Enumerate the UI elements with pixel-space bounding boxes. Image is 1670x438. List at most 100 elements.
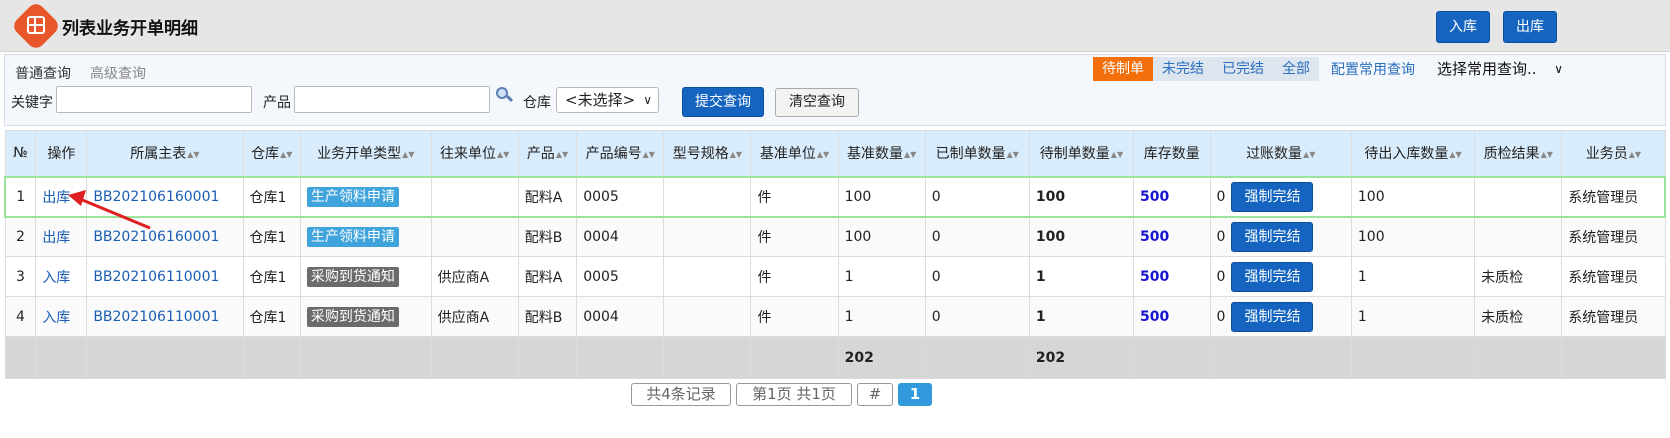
col-header-code[interactable]: 产品编号▲▼ [576, 130, 665, 177]
tab-normal-query[interactable]: 普通查询 [15, 63, 71, 83]
title-bar: 列表业务开单明细 入库 出库 [0, 0, 1670, 52]
cell-clerk: 系统管理员 [1561, 175, 1667, 218]
cell-unit: 件 [750, 296, 839, 337]
cell-base-qty: 100 [837, 175, 926, 218]
sort-icon: ▲▼ [729, 150, 743, 160]
totals-row: 202 202 [4, 336, 1666, 379]
cell-warehouse: 仓库1 [242, 175, 301, 218]
cell-made-qty: 0 [924, 296, 1030, 337]
col-header-partner[interactable]: 往来单位▲▼ [430, 130, 519, 177]
sort-icon: ▲▼ [280, 150, 293, 160]
col-header-base-qty[interactable]: 基准数量▲▼ [837, 130, 926, 177]
table-row[interactable]: 3 入库 BB202106110001 仓库1 采购到货通知 供应商A 配料A … [4, 256, 1666, 297]
master-order-link[interactable]: BB202106160001 [86, 216, 244, 257]
status-tab-unfinished[interactable]: 未完结 [1153, 57, 1213, 81]
sort-icon: ▲▼ [1449, 150, 1462, 160]
row-action-link[interactable]: 入库 [35, 256, 88, 297]
col-header-warehouse[interactable]: 仓库▲▼ [242, 130, 301, 177]
cell-product: 配料A [517, 175, 578, 218]
stock-out-button[interactable]: 出库 [1503, 11, 1557, 43]
cell-stock: 500 [1133, 216, 1211, 257]
submit-query-button[interactable]: 提交查询 [682, 87, 764, 117]
master-order-link[interactable]: BB202106110001 [86, 296, 244, 337]
force-complete-button[interactable]: 强制完结 [1231, 301, 1314, 332]
col-header-io-qty[interactable]: 待出入库数量▲▼ [1350, 130, 1476, 177]
cell-qc: 未质检 [1474, 256, 1563, 297]
cell-io-qty: 100 [1350, 216, 1476, 257]
col-header-unit[interactable]: 基准单位▲▼ [750, 130, 839, 177]
col-header-product[interactable]: 产品▲▼ [517, 130, 578, 177]
warehouse-select[interactable]: <未选择> ∨ [556, 87, 659, 113]
sort-icon: ▲▼ [642, 150, 655, 160]
cell-pending-qty: 100 [1028, 216, 1135, 257]
page-title: 列表业务开单明细 [62, 19, 198, 39]
product-input[interactable] [294, 86, 490, 113]
cell-base-qty: 100 [837, 216, 926, 257]
col-header-type[interactable]: 业务开单类型▲▼ [299, 130, 432, 177]
cell-spec [663, 175, 752, 218]
col-header-stock: 库存数量 [1133, 130, 1211, 177]
pager-page-info: 第1页 共1页 [736, 383, 852, 406]
cell-warehouse: 仓库1 [242, 256, 301, 297]
cell-io-qty: 1 [1350, 296, 1476, 337]
stock-in-button[interactable]: 入库 [1436, 11, 1490, 43]
clear-query-button[interactable]: 清空查询 [775, 88, 859, 117]
master-order-link[interactable]: BB202106110001 [86, 256, 244, 297]
force-complete-button[interactable]: 强制完结 [1231, 181, 1314, 212]
sort-icon: ▲▼ [187, 150, 200, 160]
table-row[interactable]: 4 入库 BB202106110001 仓库1 采购到货通知 供应商A 配料B … [4, 296, 1666, 337]
cell-type: 生产领料申请 [299, 216, 432, 257]
total-pending-qty: 202 [1028, 336, 1135, 379]
master-order-link[interactable]: BB202106160001 [86, 175, 244, 218]
type-badge: 生产领料申请 [306, 186, 399, 207]
status-tab-pending[interactable]: 待制单 [1093, 57, 1153, 81]
sort-icon: ▲▼ [402, 150, 415, 160]
cell-product: 配料B [517, 216, 578, 257]
col-header-master[interactable]: 所属主表▲▼ [86, 130, 244, 177]
product-label: 产品 [263, 95, 291, 111]
row-action-link[interactable]: 出库 [35, 175, 88, 218]
col-header-qc[interactable]: 质检结果▲▼ [1474, 130, 1563, 177]
cell-pending-qty: 1 [1028, 296, 1135, 337]
cell-base-qty: 1 [837, 296, 926, 337]
cell-no: 2 [4, 216, 37, 257]
force-complete-button[interactable]: 强制完结 [1231, 221, 1314, 252]
search-icon[interactable] [496, 87, 514, 103]
cell-no: 3 [4, 256, 37, 297]
sort-icon: ▲▼ [904, 150, 917, 160]
cell-stock: 500 [1133, 175, 1211, 218]
col-header-posted[interactable]: 过账数量▲▼ [1209, 130, 1352, 177]
table-row[interactable]: 2 出库 BB202106160001 仓库1 生产领料申请 配料B 0004 … [4, 216, 1666, 257]
warehouse-select-value: <未选择> [565, 91, 636, 109]
table-row[interactable]: 1 出库 BB202106160001 仓库1 生产领料申请 配料A 0005 … [4, 175, 1667, 218]
col-header-op: 操作 [35, 130, 88, 177]
tab-advanced-query[interactable]: 高级查询 [90, 63, 146, 83]
warehouse-label: 仓库 [523, 95, 551, 111]
common-query-select-value: 选择常用查询.. [1437, 60, 1537, 78]
config-common-query-link[interactable]: 配置常用查询 [1331, 59, 1415, 79]
keyword-input[interactable] [56, 86, 252, 113]
cell-type: 采购到货通知 [299, 256, 432, 297]
col-header-pending-qty[interactable]: 待制单数量▲▼ [1028, 130, 1135, 177]
force-complete-button[interactable]: 强制完结 [1231, 261, 1314, 292]
pager-current-page[interactable]: 1 [898, 383, 932, 406]
sort-icon: ▲▼ [1006, 150, 1019, 160]
pager-jump-button[interactable]: # [857, 383, 893, 406]
cell-partner [430, 175, 519, 218]
cell-io-qty: 1 [1350, 256, 1476, 297]
cell-code: 0005 [576, 175, 665, 218]
col-header-clerk[interactable]: 业务员▲▼ [1561, 130, 1666, 177]
col-header-made-qty[interactable]: 已制单数量▲▼ [924, 130, 1030, 177]
sort-icon: ▲▼ [816, 150, 830, 160]
row-action-link[interactable]: 出库 [35, 216, 88, 257]
row-action-link[interactable]: 入库 [35, 296, 88, 337]
status-tab-finished[interactable]: 已完结 [1213, 57, 1273, 81]
posted-value: 0 [1216, 188, 1226, 205]
cell-warehouse: 仓库1 [242, 296, 301, 337]
status-tab-all[interactable]: 全部 [1273, 57, 1319, 81]
common-query-select[interactable]: 选择常用查询.. ∨ [1437, 57, 1565, 81]
cell-qc [1474, 175, 1563, 218]
col-header-spec[interactable]: 型号规格▲▼ [663, 130, 752, 177]
status-filter-tabs: 待制单 未完结 已完结 全部 [1093, 57, 1319, 81]
cell-stock: 500 [1133, 256, 1211, 297]
